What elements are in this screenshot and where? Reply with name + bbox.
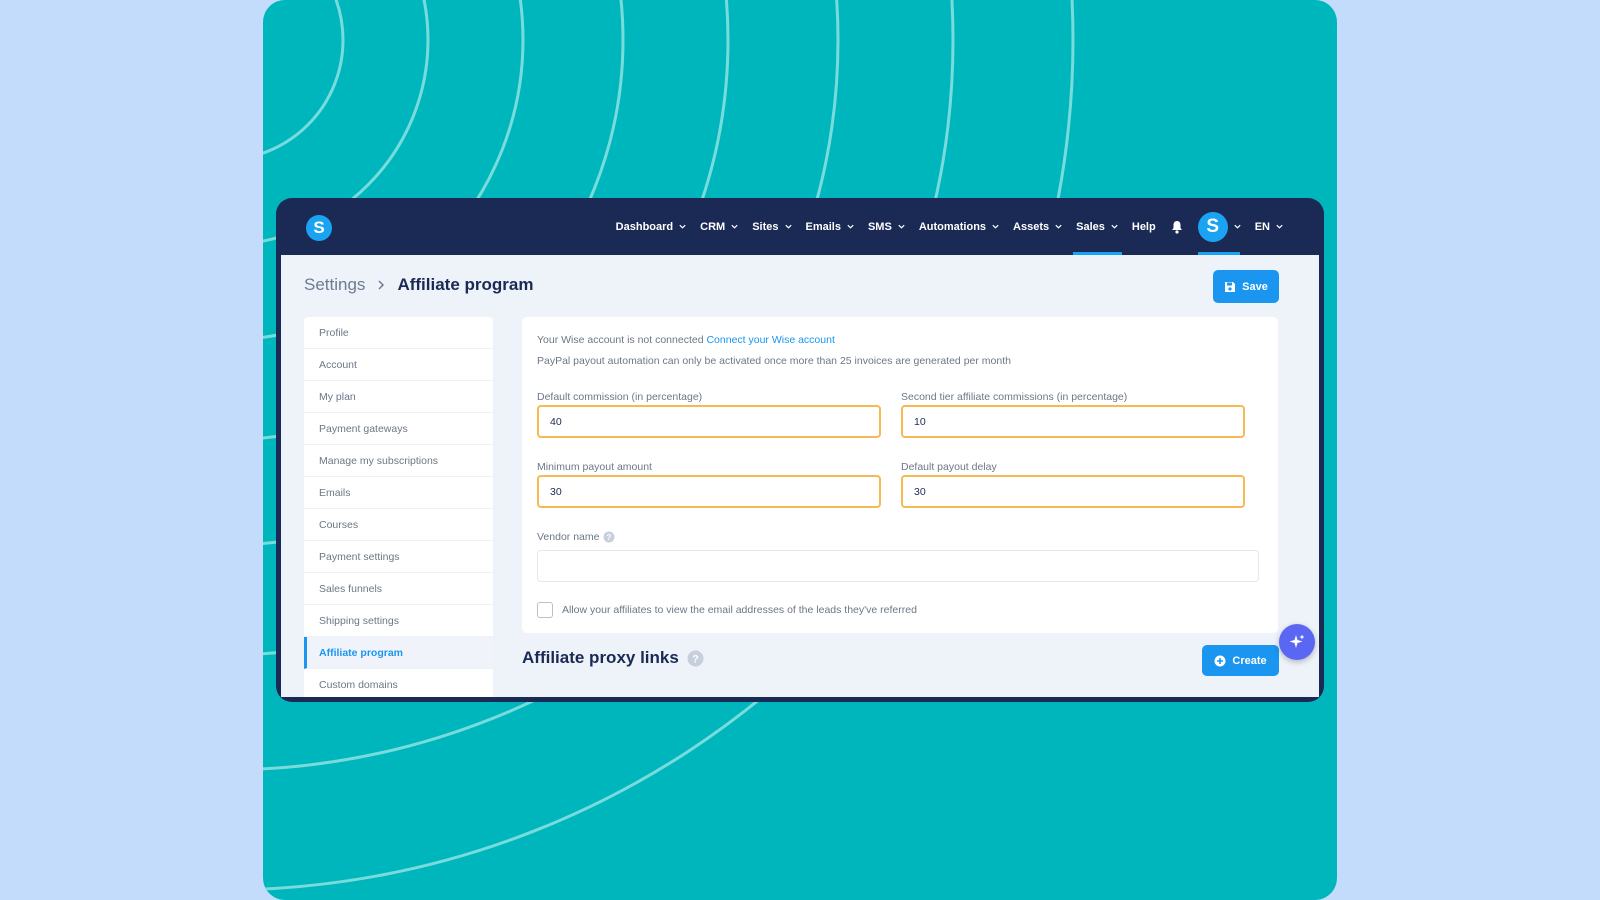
chevron-right-icon bbox=[378, 280, 385, 290]
default-commission-input[interactable]: 40 bbox=[537, 405, 881, 438]
nav-crm[interactable]: CRM bbox=[700, 198, 739, 255]
second-tier-input[interactable]: 10 bbox=[901, 405, 1245, 438]
sidebar-item-my-plan[interactable]: My plan bbox=[304, 381, 493, 413]
second-tier-label: Second tier affiliate commissions (in pe… bbox=[901, 391, 1128, 403]
chevron-down-icon bbox=[1055, 224, 1062, 229]
affiliate-settings-form: Your Wise account is not connected Conne… bbox=[522, 317, 1278, 633]
nav-sms[interactable]: SMS bbox=[868, 198, 906, 255]
svg-text:?: ? bbox=[607, 533, 612, 542]
vendor-name-input[interactable] bbox=[537, 550, 1259, 582]
sidebar-item-emails[interactable]: Emails bbox=[304, 477, 493, 509]
nav-label: SMS bbox=[867, 220, 892, 233]
nav-dashboard[interactable]: Dashboard bbox=[616, 198, 687, 255]
plus-circle-icon bbox=[1214, 655, 1226, 666]
paypal-notice: PayPal payout automation can only be act… bbox=[537, 355, 1011, 367]
nav-label: Sales bbox=[1076, 220, 1105, 233]
sidebar-item-affiliate-program[interactable]: Affiliate program bbox=[304, 637, 493, 669]
main-content: Settings Affiliate program Save Profile … bbox=[281, 255, 1319, 697]
vendor-name-label: Vendor name ? bbox=[537, 531, 615, 543]
min-payout-input[interactable]: 30 bbox=[537, 475, 881, 508]
breadcrumb-parent[interactable]: Settings bbox=[304, 275, 365, 295]
vendor-name-label-text: Vendor name bbox=[537, 531, 600, 543]
sidebar-item-courses[interactable]: Courses bbox=[304, 509, 493, 541]
language-label: EN bbox=[1254, 220, 1270, 233]
svg-text:?: ? bbox=[692, 653, 699, 665]
sidebar-item-payment-settings[interactable]: Payment settings bbox=[304, 541, 493, 573]
chevron-down-icon bbox=[847, 224, 854, 229]
nav-label: Automations bbox=[918, 220, 987, 233]
nav-menu: Dashboard CRM Sites Emails SMS Automatio… bbox=[603, 198, 1284, 255]
payout-delay-input[interactable]: 30 bbox=[901, 475, 1245, 508]
chevron-down-icon bbox=[679, 224, 686, 229]
sparkle-icon bbox=[1289, 634, 1305, 648]
payout-delay-label: Default payout delay bbox=[901, 461, 997, 473]
wise-notice: Your Wise account is not connected Conne… bbox=[537, 334, 835, 346]
nav-help[interactable]: Help bbox=[1132, 198, 1156, 255]
create-label: Create bbox=[1232, 654, 1267, 667]
nav-sales[interactable]: Sales bbox=[1073, 198, 1122, 255]
chevron-down-icon bbox=[784, 224, 792, 229]
create-proxy-link-button[interactable]: Create bbox=[1202, 645, 1279, 676]
wise-notice-text: Your Wise account is not connected bbox=[537, 334, 704, 346]
nav-assets[interactable]: Assets bbox=[1013, 198, 1063, 255]
min-payout-label: Minimum payout amount bbox=[537, 461, 652, 473]
sidebar-item-account[interactable]: Account bbox=[304, 349, 493, 381]
ai-assistant-button[interactable] bbox=[1279, 624, 1315, 660]
allow-emails-label: Allow your affiliates to view the email … bbox=[562, 604, 917, 616]
proxy-title-text: Affiliate proxy links bbox=[522, 648, 679, 667]
chevron-down-icon bbox=[992, 224, 999, 229]
chevron-down-icon bbox=[1276, 224, 1283, 229]
info-icon[interactable]: ? bbox=[687, 650, 704, 667]
sidebar-item-manage-subscriptions[interactable]: Manage my subscriptions bbox=[304, 445, 493, 477]
save-button[interactable]: Save bbox=[1213, 270, 1279, 303]
nav-label: Dashboard bbox=[615, 220, 674, 233]
sidebar-item-payment-gateways[interactable]: Payment gateways bbox=[304, 413, 493, 445]
breadcrumb: Settings Affiliate program bbox=[304, 275, 533, 295]
affiliate-proxy-section-title: Affiliate proxy links ? bbox=[522, 648, 704, 668]
sidebar-item-custom-domains[interactable]: Custom domains bbox=[304, 669, 493, 697]
connect-wise-link[interactable]: Connect your Wise account bbox=[706, 334, 834, 346]
sidebar-item-profile[interactable]: Profile bbox=[304, 317, 493, 349]
info-icon[interactable]: ? bbox=[603, 531, 615, 543]
nav-label: Sites bbox=[752, 220, 779, 233]
floppy-disk-icon bbox=[1225, 281, 1236, 292]
allow-emails-checkbox[interactable] bbox=[537, 602, 553, 618]
logo[interactable]: S bbox=[306, 215, 332, 241]
page-title: Affiliate program bbox=[397, 275, 534, 294]
settings-sidebar: Profile Account My plan Payment gateways… bbox=[304, 317, 493, 697]
chevron-down-icon bbox=[731, 224, 738, 229]
sidebar-item-shipping-settings[interactable]: Shipping settings bbox=[304, 605, 493, 637]
chevron-down-icon bbox=[898, 224, 905, 229]
nav-sites[interactable]: Sites bbox=[752, 198, 792, 255]
chevron-down-icon bbox=[1234, 224, 1241, 229]
nav-label: Assets bbox=[1013, 220, 1050, 233]
user-menu[interactable]: S bbox=[1197, 198, 1242, 255]
language-selector[interactable]: EN bbox=[1255, 198, 1284, 255]
default-commission-label: Default commission (in percentage) bbox=[537, 391, 703, 403]
app-window: S Dashboard CRM Sites Emails SMS Automat… bbox=[276, 198, 1324, 702]
sidebar-item-sales-funnels[interactable]: Sales funnels bbox=[304, 573, 493, 605]
top-navbar: S Dashboard CRM Sites Emails SMS Automat… bbox=[276, 198, 1324, 255]
avatar: S bbox=[1197, 211, 1228, 242]
chevron-down-icon bbox=[1111, 224, 1118, 229]
bell-icon[interactable] bbox=[1169, 219, 1185, 235]
nav-label: CRM bbox=[700, 220, 726, 233]
nav-label: Emails bbox=[805, 220, 841, 233]
save-label: Save bbox=[1242, 280, 1268, 293]
nav-label: Help bbox=[1131, 220, 1156, 233]
nav-automations[interactable]: Automations bbox=[919, 198, 1000, 255]
nav-emails[interactable]: Emails bbox=[806, 198, 855, 255]
